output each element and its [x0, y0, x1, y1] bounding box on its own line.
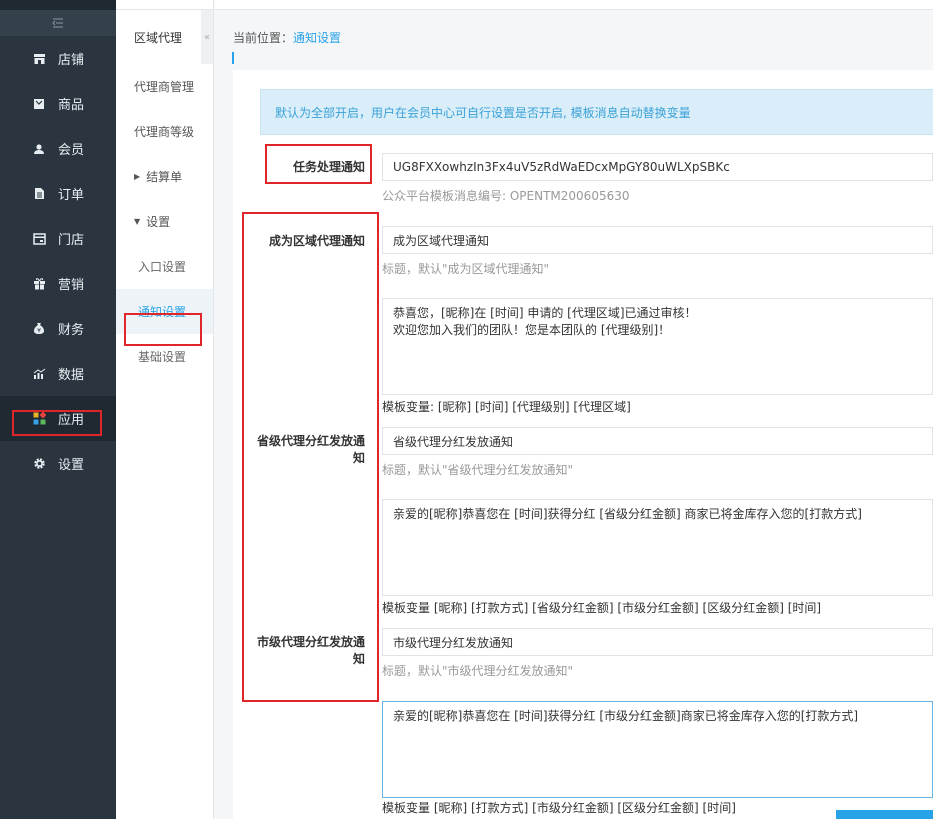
sidebar-item-label: 会员 — [58, 143, 85, 158]
subnav-item-label: 入口设置 — [138, 260, 187, 274]
subnav-item-label: 代理商管理 — [134, 80, 195, 94]
sub-navigation: 区域代理 « 代理商管理 代理商等级 ▶ 结算单 ▼ 设置 入口设置 通知设置 基础… — [116, 0, 214, 819]
subnav-item-label: 基础设置 — [138, 350, 187, 364]
sidebar-item-shop[interactable]: 门店 — [0, 216, 116, 261]
province-dividend-label: 省级代理分红发放通 知 — [250, 433, 365, 467]
task-hint: 公众平台模板消息编号: OPENTM200605630 — [382, 189, 630, 203]
sidebar-item-marketing[interactable]: 营销 — [0, 261, 116, 306]
collapse-icon — [52, 18, 63, 28]
subnav-title-text: 区域代理 — [134, 30, 183, 45]
sidebar-item-label: 财务 — [58, 323, 85, 338]
sidebar-item-label: 商品 — [58, 98, 85, 113]
sidebar-item-order[interactable]: 订单 — [0, 171, 116, 216]
sidebar-item-store[interactable]: 店铺 — [0, 36, 116, 81]
become-agent-content-line: 欢迎您加入我们的团队！您是本团队的 [代理级别]！ — [393, 323, 671, 337]
chart-icon — [32, 367, 46, 381]
sidebar-collapse-toggle[interactable] — [0, 10, 116, 36]
city-dividend-title-input[interactable]: 市级代理分红发放通知 — [382, 628, 933, 656]
sidebar-menu: 店铺 商品 会员 订单 门店 营销 ¥ 财务 数据 应用 设置 — [0, 36, 116, 486]
double-chevron-left-icon: « — [203, 31, 211, 43]
province-dividend-content-textarea[interactable]: 亲爱的[昵称]恭喜您在 [时间]获得分红 [省级分红金额] 商家已将金库存入您的… — [382, 499, 933, 596]
become-agent-content-line: 恭喜您，[昵称]在 [时间] 申请的 [代理区域]已通过审核！ — [393, 306, 697, 320]
province-dividend-hint: 标题，默认"省级代理分红发放通知" — [382, 463, 574, 477]
sidebar-item-finance[interactable]: ¥ 财务 — [0, 306, 116, 351]
info-banner: 默认为全部开启，用户在会员中心可自行设置是否开启, 模板消息自动替换变量 — [260, 89, 933, 135]
order-icon — [32, 187, 46, 201]
main-topbar — [215, 0, 933, 10]
member-icon — [32, 142, 46, 156]
city-dividend-content-textarea[interactable]: 亲爱的[昵称]恭喜您在 [时间]获得分红 [市级分红金额]商家已将金库存入您的[… — [382, 701, 933, 798]
breadcrumb: 当前位置： 通知设置 — [215, 10, 933, 64]
subnav-item-label: 代理商等级 — [134, 125, 195, 139]
triangle-right-icon: ▶ — [134, 172, 141, 181]
city-label-line: 市级代理分红发放通 — [256, 635, 365, 649]
gear-icon — [32, 457, 46, 471]
breadcrumb-prefix: 当前位置： — [233, 30, 294, 45]
save-button[interactable] — [836, 810, 933, 819]
subnav-topbar — [116, 0, 213, 10]
city-dividend-hint: 标题，默认"市级代理分红发放通知" — [382, 664, 574, 678]
sidebar-item-label: 订单 — [58, 188, 85, 203]
become-agent-content-textarea[interactable]: 恭喜您，[昵称]在 [时间] 申请的 [代理区域]已通过审核！ 欢迎您加入我们的… — [382, 298, 933, 395]
sidebar-item-label: 门店 — [58, 233, 85, 248]
sidebar-top-strip — [0, 0, 116, 10]
province-dividend-title-input[interactable]: 省级代理分红发放通知 — [382, 427, 933, 455]
subnav-collapse-toggle[interactable]: « — [201, 10, 213, 64]
sidebar-item-label: 数据 — [58, 368, 85, 383]
city-label-line: 知 — [352, 652, 365, 666]
apps-icon — [32, 412, 46, 426]
sidebar-item-label: 应用 — [58, 413, 85, 428]
sidebar-item-goods[interactable]: 商品 — [0, 81, 116, 126]
subnav-item-agent-level[interactable]: 代理商等级 — [116, 109, 213, 154]
task-notify-label: 任务处理通知 — [292, 160, 365, 174]
gift-icon — [32, 277, 46, 291]
subnav-item-entry-settings[interactable]: 入口设置 — [116, 244, 213, 289]
province-dividend-vars: 模板变量 [昵称] [打款方式] [省级分红金额] [市级分红金额] [区级分红… — [382, 601, 822, 615]
sidebar-item-member[interactable]: 会员 — [0, 126, 116, 171]
sidebar-item-settings[interactable]: 设置 — [0, 441, 116, 486]
become-agent-label: 成为区域代理通知 — [268, 234, 365, 248]
subnav-item-agent-manage[interactable]: 代理商管理 — [116, 64, 213, 109]
subnav-item-label: 通知设置 — [138, 305, 187, 319]
subnav-group-settings[interactable]: ▼ 设置 — [116, 199, 213, 244]
sidebar-item-apps[interactable]: 应用 — [0, 396, 116, 441]
city-dividend-label: 市级代理分红发放通 知 — [250, 634, 365, 668]
sidebar-item-label: 营销 — [58, 278, 85, 293]
store-icon — [32, 52, 46, 66]
become-agent-vars: 模板变量: [昵称] [时间] [代理级别] [代理区域] — [382, 400, 631, 414]
money-bag-icon: ¥ — [32, 322, 46, 336]
main-sidebar: 店铺 商品 会员 订单 门店 营销 ¥ 财务 数据 应用 设置 — [0, 0, 116, 819]
shop-icon — [32, 232, 46, 246]
sidebar-item-data[interactable]: 数据 — [0, 351, 116, 396]
subnav-item-label: 设置 — [146, 215, 171, 229]
svg-text:¥: ¥ — [37, 328, 41, 335]
goods-icon — [32, 97, 46, 111]
city-dividend-vars: 模板变量 [昵称] [打款方式] [市级分红金额] [区级分红金额] [时间] — [382, 801, 736, 815]
triangle-down-icon: ▼ — [134, 217, 141, 226]
subnav-item-label: 结算单 — [146, 170, 183, 184]
subnav-title: 区域代理 « — [116, 10, 213, 64]
become-agent-title-input[interactable]: 成为区域代理通知 — [382, 226, 933, 254]
subnav-item-basic-settings[interactable]: 基础设置 — [116, 334, 213, 379]
province-label-line: 省级代理分红发放通 — [256, 434, 365, 448]
subnav-group-settlement[interactable]: ▶ 结算单 — [116, 154, 213, 199]
become-agent-hint: 标题，默认"成为区域代理通知" — [382, 262, 550, 276]
breadcrumb-current[interactable]: 通知设置 — [293, 29, 341, 46]
province-label-line: 知 — [352, 451, 365, 465]
sidebar-item-label: 店铺 — [58, 53, 85, 68]
sidebar-item-label: 设置 — [58, 458, 85, 473]
task-template-id-input[interactable]: UG8FXXowhzIn3Fx4uV5zRdWaEDcxMpGY80uWLXpS… — [382, 153, 933, 181]
subnav-list: 代理商管理 代理商等级 ▶ 结算单 ▼ 设置 入口设置 通知设置 基础设置 — [116, 64, 213, 379]
subnav-item-notify-settings[interactable]: 通知设置 — [116, 289, 213, 334]
